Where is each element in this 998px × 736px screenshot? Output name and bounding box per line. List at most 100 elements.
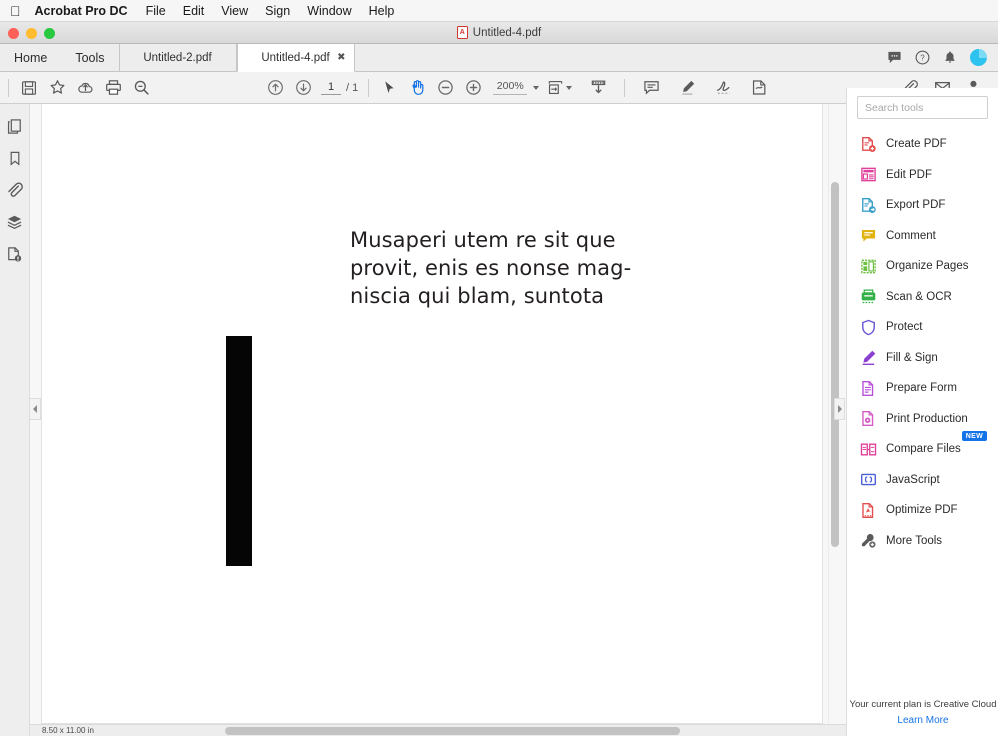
fit-page-chevron-down-icon[interactable]	[566, 85, 573, 90]
tool-item-optimize-pdf[interactable]: Optimize PDF	[847, 495, 998, 526]
tool-label: Scan & OCR	[886, 290, 952, 303]
apple-logo-icon[interactable]: 	[10, 4, 21, 18]
comment-icon[interactable]	[887, 50, 902, 65]
tab-close-icon[interactable]: ✖	[337, 52, 345, 63]
tool-label: Fill & Sign	[886, 351, 938, 364]
window-title: A Untitled-4.pdf	[456, 26, 542, 39]
toolbar-divider	[368, 78, 370, 97]
tab-label: Untitled-2.pdf	[143, 51, 212, 64]
tool-item-fill-sign[interactable]: Fill & Sign	[847, 343, 998, 374]
document-heading-line: Musaperi utem re sit que	[350, 228, 616, 252]
window-title-text: Untitled-4.pdf	[472, 26, 542, 39]
signature-icon[interactable]	[709, 74, 737, 102]
left-navigation-rail	[0, 104, 30, 736]
plan-text: Your current plan is Creative Cloud	[849, 699, 997, 710]
fit-width-icon[interactable]	[584, 74, 612, 102]
tool-label: Prepare Form	[886, 382, 957, 395]
learn-more-link[interactable]: Learn More	[847, 715, 998, 726]
hand-icon[interactable]	[403, 74, 431, 102]
bookmarks-icon[interactable]	[2, 146, 28, 170]
star-icon[interactable]	[43, 74, 71, 102]
upload-cloud-icon[interactable]	[71, 74, 99, 102]
tool-label: Optimize PDF	[886, 504, 958, 517]
tool-item-edit-pdf[interactable]: Edit PDF	[847, 160, 998, 191]
tool-item-print-production[interactable]: Print Production	[847, 404, 998, 435]
menu-file[interactable]: File	[146, 4, 166, 18]
document-viewport[interactable]: Musaperi utem re sit que provit, enis es…	[30, 104, 846, 724]
tab-untitled-4[interactable]: Untitled-4.pdf ✖	[236, 44, 355, 72]
help-icon[interactable]: ?	[915, 50, 930, 65]
pdf-page[interactable]: Musaperi utem re sit que provit, enis es…	[41, 104, 823, 724]
fit-page-icon[interactable]	[541, 74, 569, 102]
maximize-window-button[interactable]	[44, 28, 55, 39]
tool-label: Export PDF	[886, 199, 946, 212]
window-controls	[8, 28, 55, 39]
pdf-file-icon: A	[456, 26, 468, 39]
document-heading-line: provit, enis es nonse mag-	[350, 256, 632, 280]
page-number-input[interactable]: 1	[321, 81, 341, 95]
protect-shield-icon	[859, 318, 877, 336]
minimize-window-button[interactable]	[26, 28, 37, 39]
next-page-icon[interactable]	[289, 74, 317, 102]
page-total-label: / 1	[346, 81, 359, 94]
bell-icon[interactable]	[943, 50, 957, 65]
page-size-label: 8.50 x 11.00 in	[42, 726, 94, 735]
zoom-search-icon[interactable]	[127, 74, 155, 102]
tool-label: More Tools	[886, 534, 943, 547]
tab-bar: Home Tools Untitled-2.pdf Untitled-4.pdf…	[0, 44, 998, 72]
highlighter-icon[interactable]	[673, 74, 701, 102]
horizontal-scrollbar[interactable]	[190, 727, 710, 735]
tool-item-prepare-form[interactable]: Prepare Form	[847, 373, 998, 404]
tool-label: Protect	[886, 321, 923, 334]
page-thumbnails-icon[interactable]	[2, 114, 28, 138]
menu-edit[interactable]: Edit	[183, 4, 205, 18]
zoom-out-icon[interactable]	[431, 74, 459, 102]
menu-window[interactable]: Window	[307, 4, 351, 18]
tool-item-protect[interactable]: Protect	[847, 312, 998, 343]
horizontal-scrollbar-thumb[interactable]	[225, 727, 680, 735]
toolbar-divider	[8, 78, 9, 97]
window-titlebar: A Untitled-4.pdf	[0, 22, 998, 44]
tools-button[interactable]: Tools	[61, 44, 118, 71]
search-tools-input[interactable]	[857, 96, 988, 119]
collapse-right-panel-button[interactable]	[834, 398, 845, 420]
tool-item-compare-files[interactable]: Compare Files NEW	[847, 431, 998, 465]
home-button[interactable]: Home	[0, 44, 61, 71]
document-info-icon[interactable]	[2, 242, 28, 266]
vertical-scrollbar-thumb[interactable]	[831, 182, 839, 547]
tool-item-organize-pages[interactable]: Organize Pages	[847, 251, 998, 282]
tool-item-create-pdf[interactable]: Create PDF	[847, 129, 998, 160]
toolbar-divider	[624, 78, 626, 97]
tool-item-scan-ocr[interactable]: Scan & OCR	[847, 282, 998, 313]
menubar-app-name[interactable]: Acrobat Pro DC	[35, 4, 128, 18]
menu-view[interactable]: View	[221, 4, 248, 18]
attachments-icon[interactable]	[2, 178, 28, 202]
close-window-button[interactable]	[8, 28, 19, 39]
menu-sign[interactable]: Sign	[265, 4, 290, 18]
export-pdf-icon	[859, 196, 877, 214]
print-icon[interactable]	[99, 74, 127, 102]
layers-icon[interactable]	[2, 210, 28, 234]
avatar[interactable]	[970, 49, 987, 66]
previous-page-icon[interactable]	[261, 74, 289, 102]
comment-box-icon[interactable]	[637, 74, 665, 102]
tool-item-javascript[interactable]: JavaScript	[847, 465, 998, 496]
zoom-in-icon[interactable]	[459, 74, 487, 102]
macos-menubar:  Acrobat Pro DC File Edit View Sign Win…	[0, 0, 998, 22]
edit-pdf-icon	[859, 166, 877, 184]
tool-label: Organize Pages	[886, 260, 969, 273]
save-icon[interactable]	[15, 74, 43, 102]
tool-item-export-pdf[interactable]: Export PDF	[847, 190, 998, 221]
collapse-left-panel-button[interactable]	[30, 398, 41, 420]
select-arrow-icon[interactable]	[375, 74, 403, 102]
zoom-level-dropdown[interactable]: 200%	[493, 80, 540, 95]
tab-untitled-2[interactable]: Untitled-2.pdf	[118, 44, 237, 71]
tool-label: Comment	[886, 229, 936, 242]
stamp-icon[interactable]	[745, 74, 773, 102]
chevron-left-icon	[33, 405, 37, 413]
tool-item-comment[interactable]: Comment	[847, 221, 998, 252]
scan-ocr-icon	[859, 288, 877, 306]
tool-item-more-tools[interactable]: More Tools	[847, 526, 998, 557]
tab-bar-filler	[355, 44, 887, 71]
menu-help[interactable]: Help	[369, 4, 395, 18]
